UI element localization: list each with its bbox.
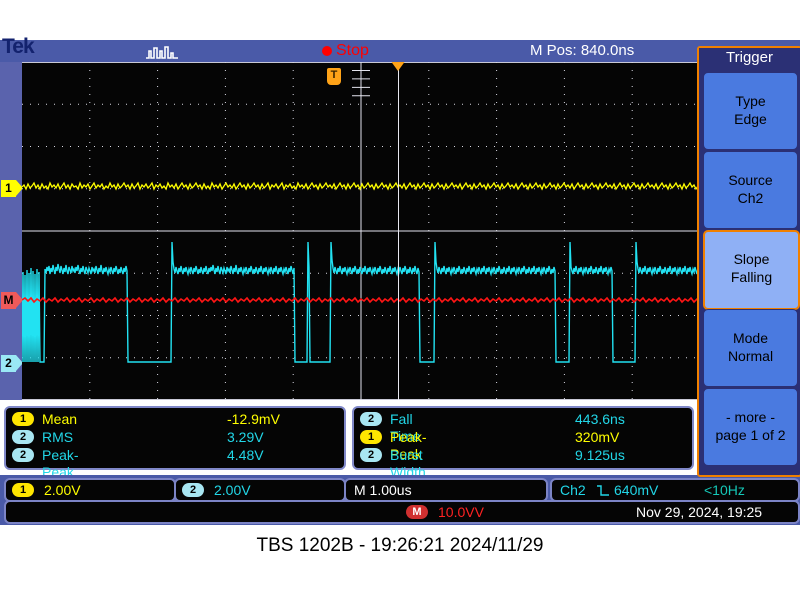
stop-indicator-dot: [322, 46, 332, 56]
measurement-panel-left: 1 Mean -12.9mV 2 RMS 3.29V 2 Peak-Peak 4…: [4, 406, 346, 480]
measurement-value: 320mV: [575, 429, 620, 445]
falling-edge-icon: [597, 485, 609, 496]
menu-button-mode[interactable]: Mode Normal: [703, 309, 798, 387]
ch2-scale-readout[interactable]: 2 2.00V: [174, 478, 346, 502]
menu-button-more-line2: page 1 of 2: [715, 427, 786, 443]
horizontal-position-readout: M Pos: 840.0ns: [530, 42, 635, 59]
ch2-volts-per-div: 2.00V: [214, 482, 251, 498]
channel-marker-1-label: 1: [5, 181, 12, 195]
menu-button-slope-line1: Slope: [733, 251, 770, 267]
channel-badge: 2: [182, 483, 204, 497]
waveform-graticule[interactable]: [22, 62, 700, 400]
trigger-frequency-value: <10Hz: [704, 482, 745, 498]
menu-button-mode-line1: Mode: [732, 330, 769, 346]
datetime-readout: Nov 29, 2024, 19:25: [636, 504, 763, 520]
side-menu-title: Trigger: [699, 48, 800, 68]
graticule-grid: [22, 62, 700, 400]
trigger-source-label: Ch2: [560, 482, 586, 498]
menu-button-type-line1: Type: [735, 93, 766, 109]
channel-marker-math[interactable]: M: [1, 292, 23, 309]
channel-marker-1[interactable]: 1: [1, 180, 23, 197]
channel-marker-2[interactable]: 2: [1, 355, 23, 372]
screenshot-caption-area: TBS 1202B - 19:26:21 2024/11/29: [0, 525, 800, 600]
measurement-label: RMS: [42, 429, 74, 445]
math-badge: M: [406, 505, 428, 519]
menu-button-slope-line2: Falling: [730, 269, 773, 285]
menu-button-more[interactable]: - more - page 1 of 2: [703, 388, 798, 466]
menu-button-source-line1: Source: [728, 172, 773, 188]
trigger-readout[interactable]: Ch2 640mV <10Hz: [550, 478, 800, 502]
ch1-scale-readout[interactable]: 1 2.00V: [4, 478, 176, 502]
ch1-volts-per-div: 2.00V: [44, 482, 81, 498]
measurement-value: 443.6ns: [575, 411, 625, 427]
menu-button-more-line1: - more -: [726, 409, 775, 425]
channel-badge: 1: [12, 483, 34, 497]
trigger-position-line: [398, 62, 399, 400]
measurement-value: 9.125us: [575, 447, 625, 463]
channel-badge: 2: [12, 448, 34, 462]
menu-button-source-line2: Ch2: [737, 190, 764, 206]
menu-button-source[interactable]: Source Ch2: [703, 151, 798, 229]
pulse-waveform-icon: [146, 46, 178, 59]
measurement-panel-right: 2 Fall Time 443.6ns 1 Peak-Peak 320mV 2 …: [352, 406, 694, 480]
oscilloscope-screen: Tek Stop M Pos: 840.0ns 1 M 2 T 1 Mean -…: [0, 0, 800, 525]
timebase-value: M 1.00us: [354, 482, 412, 498]
channel-badge: 1: [12, 412, 34, 426]
menu-button-slope[interactable]: Slope Falling: [703, 230, 800, 310]
top-status-bar: [0, 40, 800, 62]
measurement-value: -12.9mV: [227, 411, 280, 427]
tek-logo: Tek: [2, 35, 35, 58]
acquisition-state: Stop: [336, 42, 369, 59]
menu-button-mode-line2: Normal: [727, 348, 774, 364]
channel-marker-2-label: 2: [5, 356, 12, 370]
timebase-readout[interactable]: M 1.00us: [344, 478, 548, 502]
menu-button-type-line2: Edge: [734, 111, 767, 127]
menu-button-type[interactable]: Type Edge: [703, 72, 798, 150]
measurement-value: 3.29V: [227, 429, 264, 445]
channel-badge: 2: [12, 430, 34, 444]
channel-badge: 2: [360, 412, 382, 426]
math-volts-per-div: 10.0VV: [438, 504, 484, 520]
trigger-level-value: 640mV: [614, 482, 659, 498]
trigger-reference-marker[interactable]: [327, 68, 341, 85]
channel-badge: 1: [360, 430, 382, 444]
measurement-value: 4.48V: [227, 447, 264, 463]
channel-badge: 2: [360, 448, 382, 462]
side-menu-panel: Trigger Type Edge Source Ch2 Slope Falli…: [697, 46, 800, 477]
measurement-label: Mean: [42, 411, 78, 427]
channel-marker-rail: [0, 62, 22, 400]
math-scale-readout[interactable]: M 10.0VV Nov 29, 2024, 19:25: [4, 500, 800, 524]
channel-marker-math-label: M: [3, 293, 14, 307]
trigger-position-triangle[interactable]: [390, 62, 406, 71]
screenshot-caption: TBS 1202B - 19:26:21 2024/11/29: [256, 535, 544, 556]
